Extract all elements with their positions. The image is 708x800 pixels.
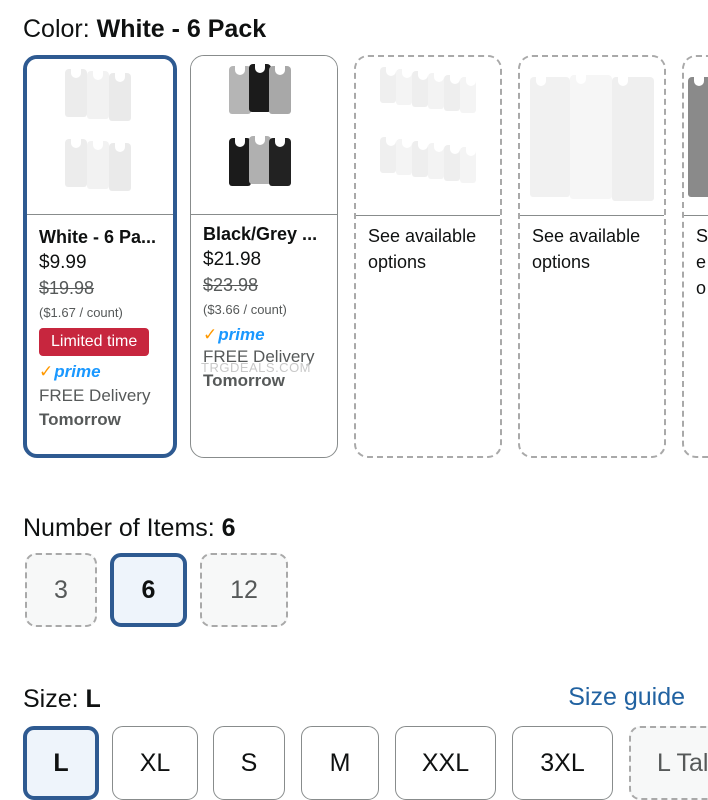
delivery-day: Tomorrow [39,410,121,429]
option-unit-price: ($1.67 / count) [39,305,123,320]
size-option-xxl[interactable]: XXL [395,726,496,800]
items-option-6[interactable]: 6 [110,553,187,627]
check-icon: ✓ [39,362,54,381]
items-selected-value: 6 [221,514,236,542]
number-of-items-heading: Number of Items: 6 [23,514,236,542]
size-guide-link[interactable]: Size guide [568,683,685,712]
size-option-xl[interactable]: XL [112,726,198,800]
size-option-s[interactable]: S [213,726,285,800]
size-selected-value: L [85,685,101,713]
items-option-3[interactable]: 3 [25,553,97,627]
color-selected-value: White - 6 Pack [96,15,267,43]
items-option-12[interactable]: 12 [200,553,288,627]
size-heading: Size: L [23,685,101,713]
color-option-white-6-pack[interactable]: White - 6 Pa... $9.99 $19.98 ($1.67 / co… [23,55,177,458]
check-icon: ✓ [203,325,218,344]
delivery-text: FREE Delivery [39,386,151,405]
color-option-black-grey[interactable]: Black/Grey ... $21.98 $23.98 ($3.66 / co… [190,55,338,458]
see-available-options: See available options [532,226,641,272]
size-option-3xl[interactable]: 3XL [512,726,613,800]
see-available-options: Se o [696,226,708,298]
option-unit-price: ($3.66 / count) [203,302,287,317]
size-option-l-tall[interactable]: L Tal [629,726,708,800]
watermark: TRGDEALS.COM [201,360,312,375]
product-image [684,57,708,215]
see-available-options: See available options [368,226,477,272]
color-option-white-3-pack[interactable]: See available options [518,55,666,458]
color-option-grey[interactable]: Se o [682,55,708,458]
option-price: $9.99 [39,252,87,273]
limited-time-badge: Limited time [39,328,150,356]
size-option-l[interactable]: L [23,726,99,800]
color-heading: Color: White - 6 Pack [23,15,267,43]
prime-badge: ✓ prime [203,325,265,344]
prime-badge: ✓ prime [39,362,101,381]
option-title: White - 6 Pa... [39,227,157,247]
option-title: Black/Grey ... [203,224,318,244]
option-list-price: $23.98 [203,275,259,295]
product-image [520,57,664,215]
product-image [356,57,500,215]
color-option-white-12-pack[interactable]: See available options [354,55,502,458]
product-image [191,56,337,214]
size-option-m[interactable]: M [301,726,379,800]
option-price: $21.98 [203,249,262,270]
product-image [27,59,173,219]
option-list-price: $19.98 [39,278,95,298]
